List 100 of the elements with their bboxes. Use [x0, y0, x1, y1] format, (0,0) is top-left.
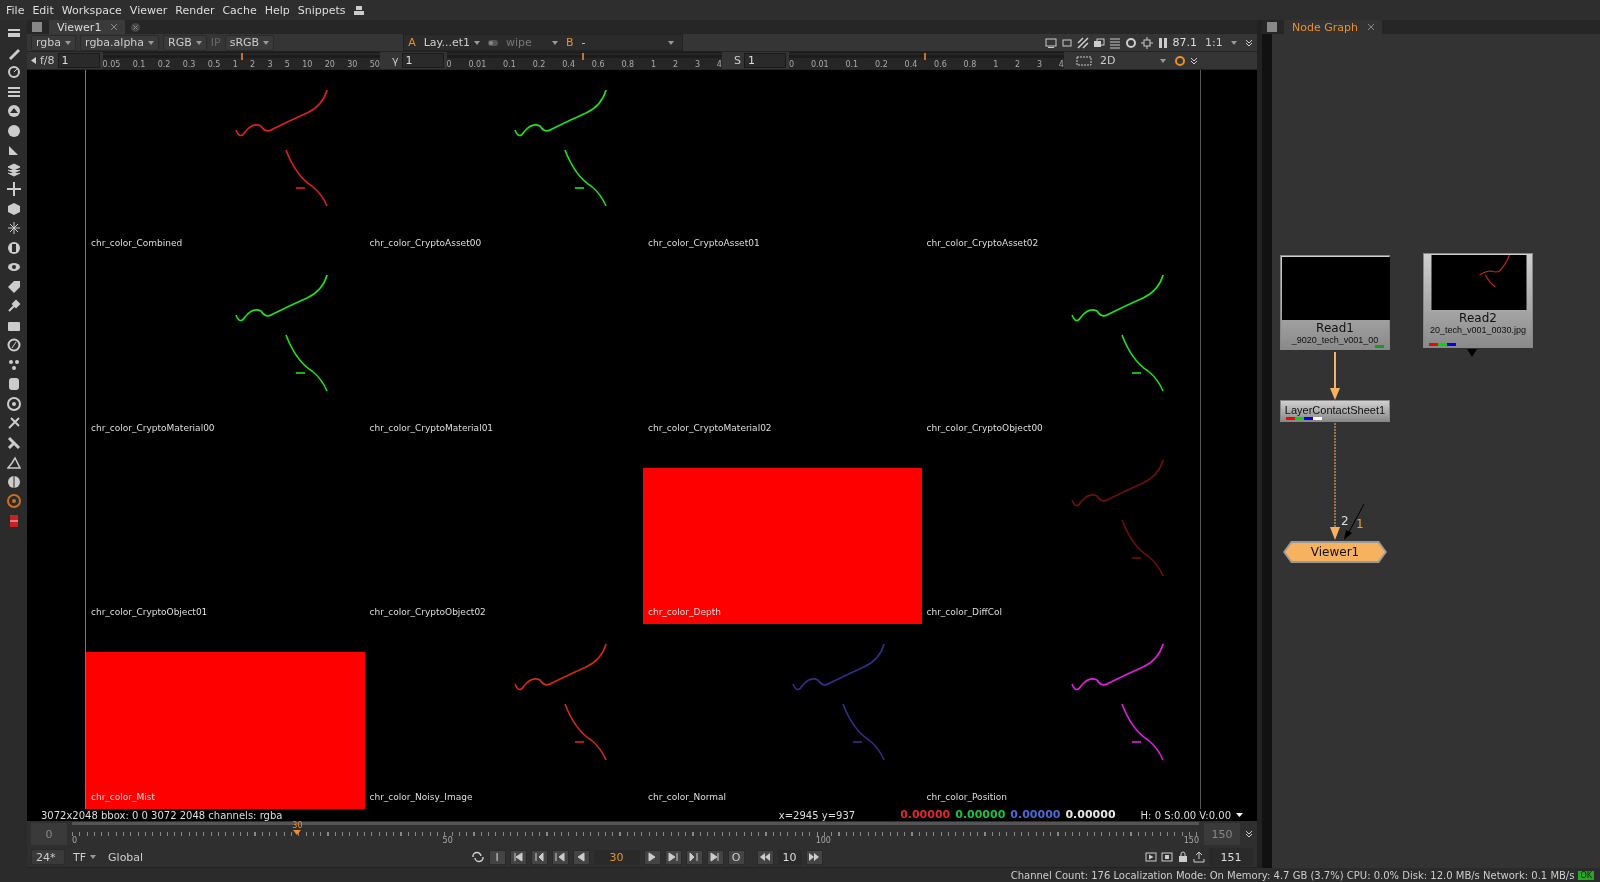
menu-item[interactable]: Help: [260, 3, 294, 17]
tool-icon[interactable]: [6, 162, 21, 177]
step-forward-button[interactable]: [706, 849, 724, 865]
tool-icon[interactable]: [6, 221, 21, 235]
slider-track[interactable]: 0 0.01 0.1 0.2 0.4 0.6 0.8 1 2 3 4: [789, 52, 1064, 69]
back-icon[interactable]: [31, 57, 36, 64]
end-frame-field[interactable]: 151: [1209, 848, 1253, 866]
crosshair-icon[interactable]: [1140, 36, 1153, 49]
view-mode-dropdown[interactable]: 2D: [1096, 52, 1170, 69]
value-field[interactable]: 1: [401, 53, 444, 68]
export-icon[interactable]: [1193, 851, 1205, 863]
tool-icon[interactable]: [6, 455, 21, 469]
caret-icon[interactable]: [1236, 813, 1243, 817]
step-forward-button[interactable]: [664, 849, 682, 865]
lock-icon[interactable]: [1177, 851, 1189, 863]
gear-icon[interactable]: [1174, 54, 1186, 67]
frame-field[interactable]: 30: [593, 849, 640, 865]
tool-icon[interactable]: [6, 26, 21, 40]
snippet-icon[interactable]: [353, 5, 364, 15]
tool-icon[interactable]: [6, 357, 21, 372]
expand-icon[interactable]: [1245, 38, 1253, 47]
operator-node[interactable]: LayerContactSheet1: [1280, 400, 1390, 422]
step-field[interactable]: 10: [777, 849, 802, 865]
slider-knob[interactable]: [923, 53, 926, 60]
timeline-track[interactable]: 0 50 100 150 30: [72, 821, 1199, 847]
tool-icon[interactable]: [6, 104, 21, 118]
fps-dropdown[interactable]: 24*: [31, 849, 65, 865]
tool-icon[interactable]: [6, 84, 21, 99]
viewer-tab[interactable]: Viewer1: [49, 20, 126, 34]
menu-item[interactable]: Snippets: [293, 3, 350, 17]
monitor-icon[interactable]: [1044, 36, 1057, 49]
mode-dropdown[interactable]: TF: [69, 849, 101, 865]
tool-icon[interactable]: [6, 435, 21, 450]
frame-icon[interactable]: [1060, 36, 1073, 49]
slider-knob[interactable]: [241, 53, 244, 60]
expand-icon[interactable]: [1190, 56, 1198, 65]
menu-item[interactable]: File: [2, 3, 29, 17]
windows-icon[interactable]: [1092, 36, 1105, 49]
scope-dropdown[interactable]: Global: [104, 849, 149, 865]
lines-icon[interactable]: [1108, 36, 1121, 49]
stop-icon[interactable]: [1161, 851, 1173, 863]
tool-icon[interactable]: [6, 123, 21, 138]
menu-item[interactable]: Workspace: [57, 3, 126, 17]
alpha-dropdown[interactable]: rgba.alpha: [80, 34, 160, 51]
viewer-node[interactable]: Viewer1: [1283, 541, 1387, 563]
step-back-button[interactable]: [509, 849, 527, 865]
step-forward-button[interactable]: [685, 849, 703, 865]
value-field[interactable]: 1: [57, 53, 100, 68]
loop-icon[interactable]: [470, 851, 485, 863]
menu-item[interactable]: Cache: [218, 3, 261, 17]
tool-icon[interactable]: [6, 279, 21, 294]
tool-icon[interactable]: [6, 416, 21, 430]
read-node[interactable]: Read1 _9020_tech_v001_00: [1280, 255, 1390, 350]
read-node[interactable]: Read2 20_tech_v001_0030.jpg: [1423, 253, 1533, 348]
lut-dropdown[interactable]: sRGB: [224, 34, 275, 51]
ratio-dropdown[interactable]: 1:1: [1201, 34, 1241, 51]
play-icon[interactable]: [1145, 851, 1157, 863]
slider-track[interactable]: 0 0.01 0.1 0.2 0.4 0.6 0.8 1 2 3 4: [446, 52, 722, 69]
sync-icon[interactable]: [1124, 36, 1137, 49]
tool-icon[interactable]: [6, 396, 21, 411]
close-icon[interactable]: [1367, 24, 1374, 30]
close-icon[interactable]: [111, 24, 118, 30]
fast-forward-icon: [809, 853, 820, 861]
slider-knob[interactable]: [581, 53, 584, 60]
step-back-button[interactable]: [572, 849, 590, 865]
menu-item[interactable]: Render: [171, 3, 219, 17]
tool-icon[interactable]: [6, 494, 21, 508]
tool-icon[interactable]: [6, 143, 21, 157]
channels-dropdown[interactable]: rgba: [31, 34, 77, 51]
menu-item[interactable]: Viewer: [125, 3, 172, 17]
tool-icon[interactable]: [6, 65, 21, 79]
tool-icon[interactable]: [6, 201, 21, 216]
layer-label: chr_color_CryptoObject01: [91, 607, 208, 618]
menu-item[interactable]: Edit: [28, 3, 58, 17]
tool-icon[interactable]: [6, 474, 21, 489]
caret-icon: [1231, 40, 1237, 45]
roi-icon[interactable]: [1076, 55, 1092, 66]
close-icon[interactable]: [131, 22, 141, 32]
in-point-button[interactable]: I: [488, 849, 506, 865]
tool-icon[interactable]: [6, 260, 21, 274]
skip-forward-button[interactable]: [805, 849, 823, 865]
pause-icon[interactable]: [1156, 36, 1169, 49]
display-dropdown[interactable]: RGB: [163, 34, 207, 51]
tool-icon[interactable]: [6, 182, 21, 196]
step-forward-button[interactable]: [643, 849, 661, 865]
tool-icon[interactable]: [6, 338, 21, 352]
step-back-button[interactable]: [530, 849, 548, 865]
value-field[interactable]: 1: [744, 53, 786, 68]
zoom-field[interactable]: 87.1: [1172, 36, 1197, 49]
tool-icon[interactable]: [6, 240, 21, 255]
tool-icon[interactable]: [6, 299, 21, 313]
tool-icon[interactable]: [6, 377, 21, 391]
step-back-button[interactable]: [551, 849, 569, 865]
skip-back-button[interactable]: [756, 849, 774, 865]
node-graph-tab[interactable]: Node Graph: [1284, 20, 1382, 34]
stripes-icon[interactable]: [1076, 36, 1089, 49]
expand-icon[interactable]: [1245, 830, 1253, 838]
slider-track[interactable]: 0.05 0.1 0.2 0.3 0.5 1 2 3 5 10 20 30 50: [102, 52, 380, 69]
caret-icon: [65, 40, 72, 45]
out-point-button[interactable]: O: [727, 849, 745, 865]
